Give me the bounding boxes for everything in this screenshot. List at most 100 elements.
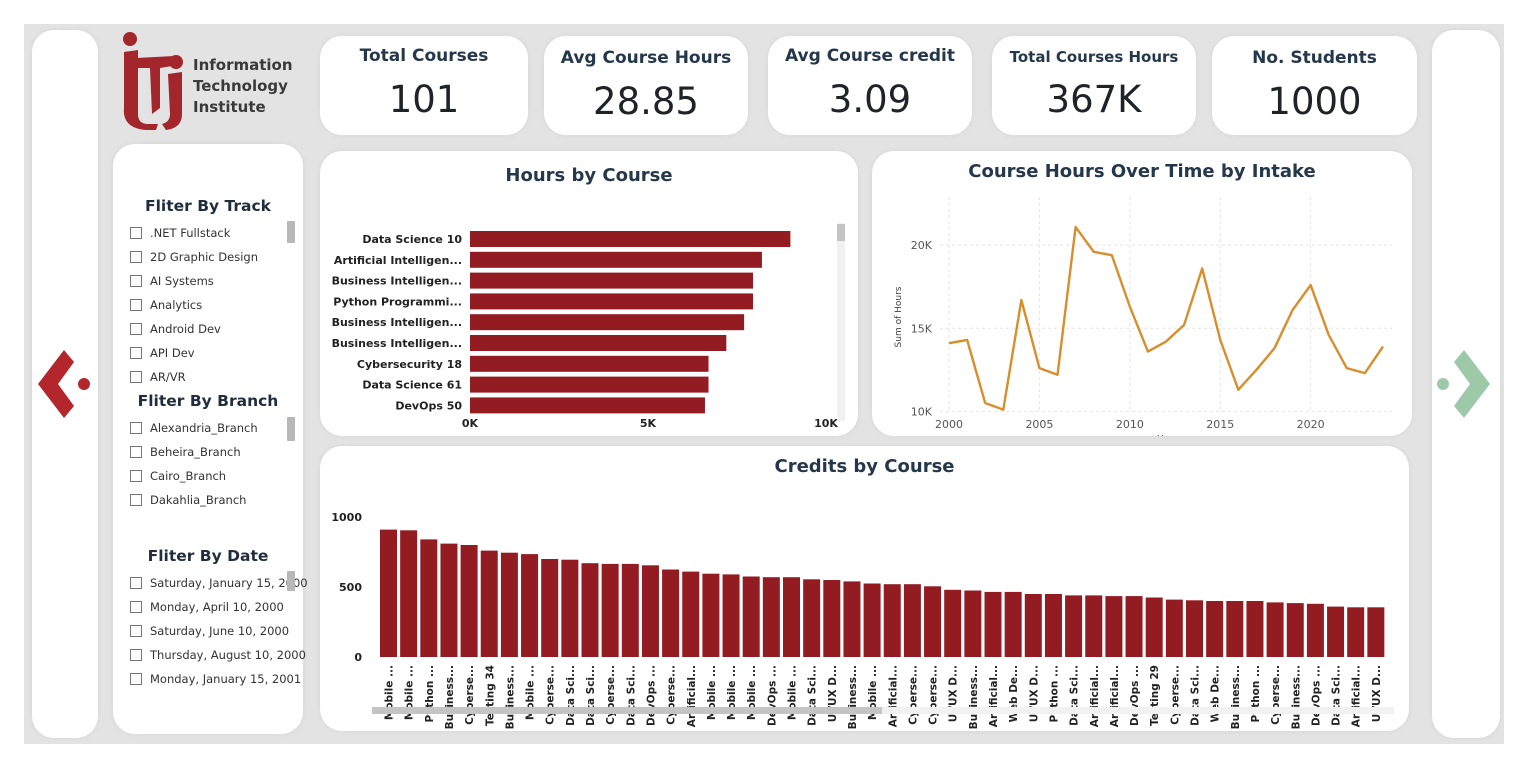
checkbox[interactable] — [130, 422, 142, 434]
credits-bar[interactable] — [823, 580, 841, 657]
hours-bar[interactable] — [470, 314, 745, 331]
chevron-right-icon[interactable] — [1436, 348, 1492, 420]
credits-bar[interactable] — [1024, 594, 1042, 657]
credits-bar[interactable] — [1266, 602, 1284, 657]
credits-bar[interactable] — [480, 550, 498, 657]
checkbox[interactable] — [130, 470, 142, 482]
credits-bar[interactable] — [662, 569, 680, 658]
checkbox[interactable] — [130, 275, 142, 287]
date-option[interactable]: Saturday, January 15, 2000 — [130, 576, 308, 590]
checkbox[interactable] — [130, 577, 142, 589]
filter-date-scrollbar[interactable] — [287, 571, 295, 591]
track-option[interactable]: Analytics — [130, 298, 202, 312]
date-option[interactable]: Saturday, June 10, 2000 — [130, 624, 289, 638]
credits-bar[interactable] — [1246, 601, 1264, 657]
credits-bar[interactable] — [742, 576, 760, 658]
hours-bar[interactable] — [470, 335, 727, 351]
hours-scrollbar-thumb[interactable] — [837, 224, 845, 241]
credits-bar[interactable] — [400, 530, 418, 657]
checkbox[interactable] — [130, 323, 142, 335]
track-option[interactable]: .NET Fullstack — [130, 226, 230, 240]
credits-bar[interactable] — [722, 574, 740, 657]
credits-bar[interactable] — [1065, 595, 1083, 657]
track-option[interactable]: AI Systems — [130, 274, 214, 288]
credits-bar[interactable] — [561, 559, 579, 657]
credits-bar[interactable] — [521, 554, 539, 657]
credits-bar[interactable] — [1367, 607, 1385, 657]
credits-bar[interactable] — [1165, 599, 1183, 657]
credits-bar[interactable] — [1226, 601, 1244, 657]
hours-bar[interactable] — [470, 293, 754, 310]
hours-bar[interactable] — [470, 272, 754, 289]
credits-bar[interactable] — [783, 577, 800, 657]
hours-bar[interactable] — [470, 397, 705, 414]
hours-bar[interactable] — [470, 355, 709, 372]
credits-bar[interactable] — [460, 545, 478, 657]
date-option[interactable]: Thursday, August 10, 2000 — [130, 648, 306, 662]
credits-bar[interactable] — [1286, 603, 1304, 657]
credits-bar[interactable] — [863, 583, 881, 658]
credits-scrollbar-thumb[interactable] — [372, 707, 882, 714]
credits-bar[interactable] — [641, 565, 659, 657]
credits-bar[interactable] — [702, 573, 720, 657]
credits-bar[interactable] — [883, 584, 901, 657]
credits-bar[interactable] — [1347, 607, 1365, 657]
credits-bar[interactable] — [581, 563, 599, 657]
credits-bar[interactable] — [762, 577, 780, 657]
credits-bar[interactable] — [621, 563, 639, 657]
hours-bar[interactable] — [470, 376, 709, 393]
checkbox[interactable] — [130, 227, 142, 239]
credits-bar[interactable] — [1085, 595, 1103, 657]
track-option[interactable]: 2D Graphic Design — [130, 250, 258, 264]
credits-bar[interactable] — [682, 571, 700, 657]
credits-bar[interactable] — [420, 539, 438, 657]
credits-bar[interactable] — [440, 543, 458, 657]
filter-branch-scrollbar[interactable] — [287, 417, 295, 441]
credits-bar[interactable] — [803, 579, 821, 657]
branch-option[interactable]: Dakahlia_Branch — [130, 493, 246, 507]
credits-bar[interactable] — [1206, 601, 1224, 657]
credits-bar[interactable] — [1004, 591, 1022, 657]
credits-bar[interactable] — [843, 581, 861, 657]
checkbox[interactable] — [130, 601, 142, 613]
credits-bar[interactable] — [1125, 596, 1143, 657]
chevron-left-icon[interactable] — [38, 348, 92, 420]
hours-bar[interactable] — [470, 251, 762, 268]
track-option[interactable]: Android Dev — [130, 322, 221, 336]
intake-line[interactable] — [948, 225, 1384, 411]
credits-bar[interactable] — [924, 586, 942, 657]
hours-bar[interactable] — [470, 231, 791, 247]
checkbox[interactable] — [130, 251, 142, 263]
checkbox[interactable] — [130, 371, 142, 383]
branch-option[interactable]: Alexandria_Branch — [130, 421, 258, 435]
hours-scrollbar-track[interactable] — [837, 223, 845, 421]
checkbox[interactable] — [130, 649, 142, 661]
branch-option[interactable]: Beheira_Branch — [130, 445, 241, 459]
credits-bar[interactable] — [1186, 600, 1203, 657]
credits-bar[interactable] — [541, 559, 559, 657]
checkbox[interactable] — [130, 347, 142, 359]
checkbox[interactable] — [130, 625, 142, 637]
checkbox[interactable] — [130, 446, 142, 458]
credits-bar[interactable] — [1145, 597, 1163, 658]
checkbox[interactable] — [130, 299, 142, 311]
credits-bar[interactable] — [380, 529, 397, 657]
branch-option[interactable]: Cairo_Branch — [130, 469, 226, 483]
credits-bar[interactable] — [984, 591, 1002, 657]
checkbox[interactable] — [130, 673, 142, 685]
credits-bar[interactable] — [1044, 594, 1062, 657]
credits-bar[interactable] — [601, 563, 619, 657]
checkbox[interactable] — [130, 494, 142, 506]
credits-bar[interactable] — [964, 590, 982, 658]
date-option[interactable]: Monday, April 10, 2000 — [130, 600, 284, 614]
track-option[interactable]: API Dev — [130, 346, 195, 360]
track-option[interactable]: AR/VR — [130, 370, 186, 384]
credits-bar[interactable] — [1306, 603, 1324, 657]
credits-bar[interactable] — [944, 589, 962, 657]
credits-bar[interactable] — [500, 552, 518, 657]
filter-track-scrollbar[interactable] — [287, 221, 295, 243]
credits-bar[interactable] — [1105, 596, 1123, 657]
credits-bar[interactable] — [903, 584, 921, 657]
date-option[interactable]: Monday, January 15, 2001 — [130, 672, 301, 686]
credits-bar[interactable] — [1327, 606, 1345, 657]
